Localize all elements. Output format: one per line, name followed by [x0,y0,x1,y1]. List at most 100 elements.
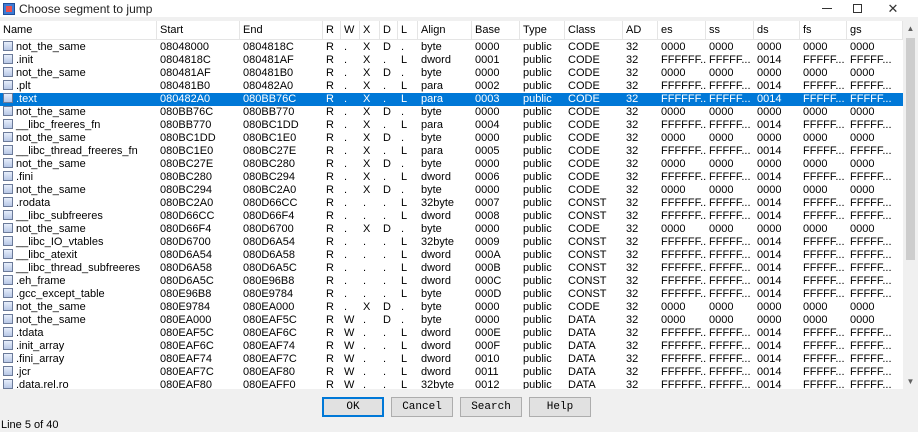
cell-l: L [401,119,408,131]
cell-es: FFFFFF... [661,379,706,389]
cell-start: 080482A0 [160,93,211,105]
segment-table[interactable]: Name Start End R W X D L Align Base Type Class AD es s… [0,21,903,389]
table-row[interactable]: .gcc_except_table 080E96B8 080E9784 R... Lby… [0,288,903,301]
table-row[interactable]: .rodata 080BC2A0 080D66CC R... L 32byte 0007 pu… [0,197,903,210]
column-header-gs[interactable]: gs [847,21,903,40]
cell-x: . [363,236,367,248]
column-header-base[interactable]: Base [472,21,520,40]
scroll-down-icon[interactable]: ▼ [903,374,918,389]
table-row[interactable]: .fini_array 080EAF74 080EAF7C R W.. Ldword 001… [0,353,903,366]
cell-es: 0000 [661,158,686,170]
cell-base: 0000 [475,41,500,53]
cell-w: . [344,41,348,53]
cell-type: public [523,184,552,196]
cell-class: CODE [568,119,600,131]
cell-x: . [363,366,367,378]
cell-align: byte [421,223,442,235]
table-row[interactable]: not_the_same 080BB76C 080BB770 R. X D. byte 000… [0,106,903,119]
close-button[interactable]: ✕ [876,0,910,17]
segment-icon [3,119,13,129]
table-row[interactable]: not_the_same 08048000 0804818C R. X D. byte 000… [0,41,903,54]
segment-name-cell: .eh_frame [0,275,157,288]
cell-ds: 0014 [757,288,782,300]
table-row[interactable]: not_the_same 080E9784 080EA000 R. X D. byte 000… [0,301,903,314]
cell-align: dword [421,327,451,339]
table-row[interactable]: __libc_thread_subfreeres 080D6A58 080D6A5C… [0,262,903,275]
table-row[interactable]: __libc_subfreeres 080D66CC 080D66F4 R... Ldw… [0,210,903,223]
column-header-name[interactable]: Name [0,21,157,40]
table-row[interactable]: not_the_same 080BC1DD 080BC1E0 R. X D. byte 000… [0,132,903,145]
table-row[interactable]: not_the_same 080EA000 080EAF5C R W. D. byte 000… [0,314,903,327]
table-row[interactable]: .data.rel.ro 080EAF80 080EAFF0 R W.. L 32byte 0… [0,379,903,389]
segment-name-cell: .init [0,54,157,67]
table-row[interactable]: not_the_same 080BC294 080BC2A0 R. X D. byte 000… [0,184,903,197]
cell-ad: 32 [626,223,639,235]
table-row[interactable]: .jcr 080EAF7C 080EAF80 R W.. Ldword 0011 public… [0,366,903,379]
cell-d: . [383,327,387,339]
table-row[interactable]: not_the_same 080BC27E 080BC280 R. X D. byte 000… [0,158,903,171]
cell-d: . [383,288,387,300]
column-header-start[interactable]: Start [157,21,240,40]
cell-start: 080D66F4 [160,223,212,235]
column-header-ds[interactable]: ds [754,21,800,40]
cell-d: D [383,41,391,53]
table-row[interactable]: .eh_frame 080D6A5C 080E96B8 R... Ldword 000C p… [0,275,903,288]
table-row[interactable]: .text 080482A0 080BB76C R. X. Lpara 0003 public… [0,93,903,106]
column-header-fs[interactable]: fs [800,21,847,40]
cell-align: byte [421,106,442,118]
vertical-scrollbar[interactable]: ▲ ▼ [903,21,918,389]
table-row[interactable]: not_the_same 080481AF 080481B0 R. X D. byte 000… [0,67,903,80]
cell-fs: FFFFF... [803,340,845,352]
help-button[interactable]: Help [529,397,591,417]
table-row[interactable]: .init 0804818C 080481AF R. X. Ldword 0001 publi… [0,54,903,67]
cell-type: public [523,379,552,389]
table-row[interactable]: .tdata 080EAF5C 080EAF6C R W.. Ldword 000E publ… [0,327,903,340]
column-header-l[interactable]: L [398,21,418,40]
column-header-ad[interactable]: AD [623,21,658,40]
table-row[interactable]: __libc_thread_freeres_fn 080BC1E0 080BC27E… [0,145,903,158]
column-header-d[interactable]: D [380,21,398,40]
column-header-end[interactable]: End [240,21,323,40]
cell-ds: 0014 [757,353,782,365]
table-row[interactable]: __libc_atexit 080D6A54 080D6A58 R... Ldword 0… [0,249,903,262]
cell-ds: 0000 [757,184,782,196]
cell-es: FFFFFF... [661,145,706,157]
table-row[interactable]: .init_array 080EAF6C 080EAF74 R W.. Ldword 000… [0,340,903,353]
column-header-align[interactable]: Align [418,21,472,40]
cell-align: byte [421,67,442,79]
cell-start: 080BC2A0 [160,197,214,209]
column-header-r[interactable]: R [323,21,341,40]
cell-r: R [326,184,334,196]
column-header-w[interactable]: W [341,21,360,40]
cell-end: 080BB76C [243,93,297,105]
cancel-button[interactable]: Cancel [391,397,453,417]
cell-type: public [523,54,552,66]
scroll-up-icon[interactable]: ▲ [903,21,918,36]
cell-x: . [363,197,367,209]
column-header-ss[interactable]: ss [706,21,754,40]
table-row[interactable]: not_the_same 080D66F4 080D6700 R. X D. byte 000… [0,223,903,236]
cell-type: public [523,301,552,313]
cell-fs: FFFFF... [803,379,845,389]
table-row[interactable]: __libc_freeres_fn 080BB770 080BC1DD R. X. Lpa… [0,119,903,132]
segment-name-cell: __libc_atexit [0,249,157,262]
table-row[interactable]: .fini 080BC280 080BC294 R. X. Ldword 0006 publi… [0,171,903,184]
table-row[interactable]: .plt 080481B0 080482A0 R. X. Lpara 0002 public C… [0,80,903,93]
column-header-es[interactable]: es [658,21,706,40]
cell-fs: FFFFF... [803,249,845,261]
cell-fs: FFFFF... [803,210,845,222]
cell-es: FFFFFF... [661,236,706,248]
table-row[interactable]: __libc_IO_vtables 080D6700 080D6A54 R... L 32… [0,236,903,249]
minimize-button[interactable] [810,0,844,17]
column-header-x[interactable]: X [360,21,380,40]
search-button[interactable]: Search [460,397,522,417]
scroll-thumb[interactable] [906,38,915,260]
maximize-button[interactable] [840,0,874,17]
cell-type: public [523,41,552,53]
cell-w: W [344,314,355,326]
column-header-class[interactable]: Class [565,21,623,40]
cell-type: public [523,158,552,170]
ok-button[interactable]: OK [322,397,384,417]
column-header-type[interactable]: Type [520,21,565,40]
segment-name-cell: not_the_same [0,184,157,197]
